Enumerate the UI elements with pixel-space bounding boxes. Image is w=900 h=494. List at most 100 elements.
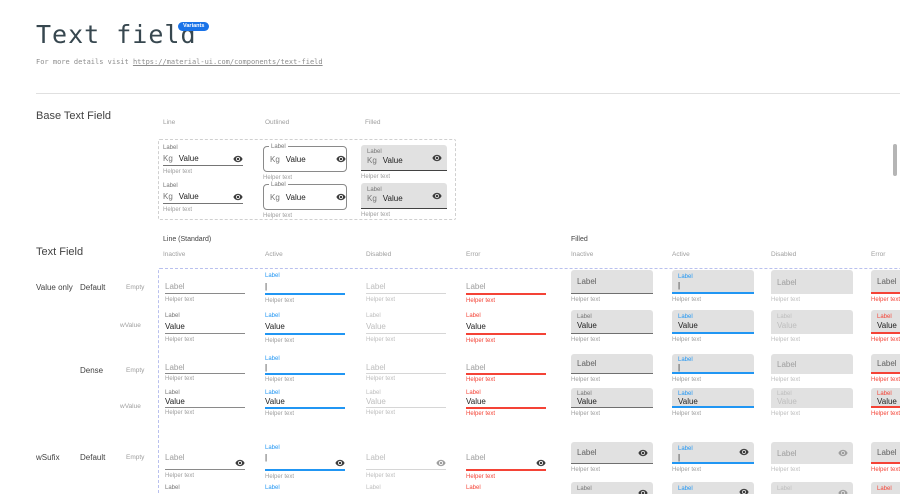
field-floating-label: Label [265, 272, 345, 280]
group-header-filled: Filled [571, 236, 588, 243]
visibility-icon[interactable] [432, 191, 442, 201]
filled-text-field-disabled-with-value[interactable]: LabelValueHelper text [771, 484, 853, 494]
line-text-field-active-with-value[interactable]: LabelValueHelper text [265, 484, 345, 494]
helper-text: Helper text [366, 337, 446, 343]
visibility-icon[interactable] [432, 153, 442, 163]
line-text-field-disabled-with-value[interactable]: LabelValueHelper text [366, 390, 446, 416]
line-text-field-inactive-empty[interactable]: LabelLabelHelper text [165, 356, 245, 382]
visibility-icon[interactable] [638, 448, 648, 458]
text-field-box: LabelValue [672, 388, 754, 408]
helper-text: Helper text [871, 377, 900, 383]
filled-text-field-active-empty[interactable]: Label| Helper text [672, 444, 754, 473]
field-floating-label: Label [678, 445, 748, 453]
field-floating-label: Label [269, 181, 288, 189]
field-underline [466, 407, 546, 409]
field-value: Value [678, 321, 748, 330]
filled-text-field-error-empty[interactable]: LabelHelper text [871, 356, 900, 383]
visibility-icon[interactable] [233, 192, 243, 202]
base-filled-text-field[interactable]: LabelKgValueHelper text [361, 183, 447, 218]
line-text-field-inactive-with-value[interactable]: LabelValueHelper text [165, 484, 245, 494]
helper-text: Helper text [672, 467, 754, 473]
filled-text-field-disabled-with-value[interactable]: LabelValueHelper text [771, 312, 853, 343]
field-prefix: Kg [163, 192, 173, 201]
line-text-field-inactive-with-value[interactable]: LabelValueHelper text [165, 390, 245, 416]
visibility-icon[interactable] [739, 447, 749, 457]
filled-text-field-disabled-with-value[interactable]: LabelValueHelper text [771, 390, 853, 417]
filled-text-field-disabled-empty[interactable]: LabelHelper text [771, 272, 853, 303]
filled-text-field-active-with-value[interactable]: LabelValue Helper text [672, 390, 754, 417]
filled-text-field-active-empty[interactable]: Label|Helper text [672, 272, 754, 303]
visibility-icon[interactable] [233, 154, 243, 164]
visibility-icon[interactable] [235, 458, 245, 468]
visibility-icon[interactable] [838, 488, 848, 494]
field-value: Value [286, 193, 306, 202]
base-line-text-field[interactable]: LabelKgValueHelper text [163, 144, 243, 175]
field-floating-label: Label [163, 144, 243, 152]
line-text-field-inactive-empty[interactable]: LabelLabelHelper text [165, 444, 245, 479]
line-text-field-disabled-empty[interactable]: LabelLabelHelper text [366, 356, 446, 382]
base-line-text-field[interactable]: LabelKgValueHelper text [163, 182, 243, 213]
helper-text: Helper text [672, 411, 754, 417]
vertical-scrollbar-thumb[interactable] [893, 144, 897, 176]
filled-text-field-inactive-with-value[interactable]: LabelValueHelper text [571, 312, 653, 343]
line-text-field-active-empty[interactable]: Label|Helper text [265, 272, 345, 304]
visibility-icon[interactable] [739, 487, 749, 494]
line-text-field-active-with-value[interactable]: LabelValueHelper text [265, 312, 345, 344]
base-outlined-text-field[interactable]: LabelKgValueHelper text [263, 184, 347, 219]
line-text-field-inactive-with-value[interactable]: LabelValueHelper text [165, 312, 245, 343]
docs-link[interactable]: https://material-ui.com/components/text-… [133, 58, 323, 66]
field-value: Value [265, 322, 285, 331]
field-cursor: | [678, 453, 748, 462]
visibility-icon[interactable] [638, 488, 648, 494]
filled-text-field-active-empty[interactable]: Label|Helper text [672, 356, 754, 383]
filled-text-field-inactive-empty[interactable]: LabelHelper text [571, 444, 653, 473]
filled-text-field-error-with-value[interactable]: LabelValueHelper text [871, 484, 900, 494]
visibility-icon[interactable] [838, 448, 848, 458]
filled-text-field-inactive-with-value[interactable]: LabelValueHelper text [571, 390, 653, 417]
field-floating-label: Label [877, 485, 900, 493]
line-text-field-disabled-with-value[interactable]: LabelValueHelper text [366, 484, 446, 494]
filled-text-field-disabled-empty[interactable]: LabelHelper text [771, 356, 853, 383]
line-text-field-disabled-empty[interactable]: LabelLabelHelper text [366, 272, 446, 303]
line-text-field-error-with-value[interactable]: LabelValueHelper text [466, 390, 546, 417]
text-field-box: LabelKgValue [361, 183, 447, 209]
line-text-field-error-empty[interactable]: LabelLabelHelper text [466, 444, 546, 480]
field-cursor: | [678, 281, 748, 290]
line-text-field-disabled-with-value[interactable]: LabelValueHelper text [366, 312, 446, 343]
filled-text-field-error-with-value[interactable]: LabelValueHelper text [871, 390, 900, 417]
filled-text-field-error-empty[interactable]: LabelHelper text [871, 444, 900, 473]
line-text-field-error-empty[interactable]: LabelLabelHelper text [466, 356, 546, 383]
filled-text-field-inactive-empty[interactable]: LabelHelper text [571, 272, 653, 303]
helper-text: Helper text [165, 297, 245, 303]
text-field-box: LabelValue [571, 310, 653, 334]
line-text-field-error-empty[interactable]: LabelLabelHelper text [466, 272, 546, 304]
visibility-icon[interactable] [336, 192, 346, 202]
filled-text-field-error-with-value[interactable]: LabelValueHelper text [871, 312, 900, 343]
line-text-field-error-with-value[interactable]: LabelValueHelper text [466, 312, 546, 344]
text-field-box: Label [571, 270, 653, 294]
field-value: Value [165, 322, 185, 331]
base-outlined-text-field[interactable]: LabelKgValueHelper text [263, 146, 347, 181]
visibility-icon[interactable] [336, 154, 346, 164]
filled-text-field-inactive-with-value[interactable]: LabelValueHelper text [571, 484, 653, 494]
filled-text-field-active-with-value[interactable]: LabelValueHelper text [672, 312, 754, 343]
filled-text-field-disabled-empty[interactable]: LabelHelper text [771, 444, 853, 473]
visibility-icon[interactable] [536, 458, 546, 468]
line-text-field-active-empty[interactable]: Label|Helper text [265, 444, 345, 480]
filled-text-field-active-with-value[interactable]: LabelValueHelper text [672, 484, 754, 494]
visibility-icon[interactable] [436, 458, 446, 468]
visibility-icon[interactable] [335, 458, 345, 468]
line-text-field-inactive-empty[interactable]: LabelLabelHelper text [165, 272, 245, 303]
filled-text-field-inactive-empty[interactable]: LabelHelper text [571, 356, 653, 383]
text-field-box: LabelValue [771, 310, 853, 334]
state-header-error: Error [871, 251, 885, 258]
field-value: Value [466, 322, 486, 331]
field-prefix: Kg [367, 156, 377, 165]
line-text-field-active-with-value[interactable]: LabelValueHelper text [265, 390, 345, 417]
line-text-field-disabled-empty[interactable]: LabelLabelHelper text [366, 444, 446, 479]
base-filled-text-field[interactable]: LabelKgValueHelper text [361, 145, 447, 180]
line-text-field-error-with-value[interactable]: LabelValueHelper text [466, 484, 546, 494]
field-placeholder: Label [366, 363, 386, 372]
filled-text-field-error-empty[interactable]: LabelHelper text [871, 272, 900, 303]
line-text-field-active-empty[interactable]: Label|Helper text [265, 356, 345, 383]
